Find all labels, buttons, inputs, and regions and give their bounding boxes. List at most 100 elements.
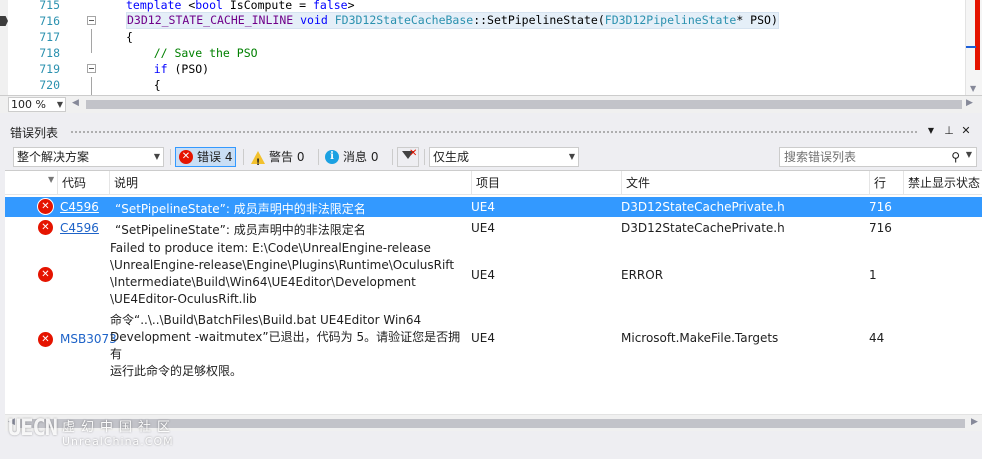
error-row[interactable]: ✕ MSB3073 命令“..\..\Build\BatchFiles\Buil… <box>5 312 982 378</box>
code-token: (PSO) <box>174 62 210 76</box>
scroll-down-icon[interactable]: ▼ <box>970 84 976 93</box>
chevron-down-icon: ▼ <box>153 152 160 161</box>
error-code[interactable]: MSB3073 <box>60 332 117 346</box>
separator <box>318 149 319 165</box>
line-number: 719 <box>39 62 60 76</box>
code-text: // Save the PSO <box>126 45 258 61</box>
clear-filter-button[interactable]: ✕ <box>397 147 419 167</box>
error-code-link[interactable]: C4596 <box>60 221 99 235</box>
line-number: 718 <box>39 46 60 60</box>
code-token: // Save the PSO <box>126 46 258 60</box>
description-line: Failed to produce item: E:\Code\UnrealEn… <box>110 241 431 255</box>
info-icon: i <box>325 150 339 164</box>
code-line[interactable]: 719 if (PSO) <box>0 61 960 77</box>
editor-horizontal-scroll-thumb[interactable] <box>86 100 962 109</box>
code-text: { <box>126 29 133 45</box>
code-token: D3D12_STATE_CACHE_INLINE <box>127 13 301 27</box>
window-position-dropdown-icon[interactable]: ▼ <box>924 123 938 139</box>
code-token: FD3D12PipelineState <box>604 13 737 27</box>
pin-icon[interactable]: ⊥ <box>942 123 956 139</box>
error-row[interactable]: ✕ C4596 “SetPipelineState”: 成员声明中的非法限定名 … <box>5 197 982 217</box>
editor-vertical-scrollbar[interactable]: ▼ <box>965 0 982 95</box>
error-icon: ✕ <box>38 332 53 347</box>
description-line: 运行此命令的足够权限。 <box>110 364 243 378</box>
errors-filter-button[interactable]: ✕ 错误 4 <box>175 147 237 167</box>
code-token: void <box>300 13 335 27</box>
watermark-name: 虚幻中国社区 <box>62 420 177 435</box>
code-token: { <box>126 78 161 92</box>
code-line[interactable]: 716 D3D12_STATE_CACHE_INLINE void FD3D12S… <box>0 12 960 29</box>
column-header-description[interactable]: 说明 <box>109 171 471 195</box>
error-file: D3D12StateCachePrivate.h <box>621 200 785 214</box>
caret-scroll-marker <box>966 46 976 48</box>
warnings-filter-label: 警告 0 <box>269 150 305 164</box>
panel-title: 错误列表 <box>10 126 59 140</box>
errors-filter-label: 错误 4 <box>197 150 233 164</box>
warning-icon <box>251 150 265 173</box>
error-project: UE4 <box>471 200 495 214</box>
warnings-filter-button[interactable]: 警告 0 <box>248 147 307 173</box>
code-text: if (PSO) <box>126 61 209 77</box>
search-error-list[interactable]: ⚲ ▼ <box>779 147 977 167</box>
visual-studio-window: 715 template <bool IsCompute = false> 716 D… <box>0 0 982 459</box>
error-description: Failed to produce item: E:\Code\UnrealEn… <box>110 240 470 308</box>
zoom-dropdown[interactable]: 100 % ▼ <box>8 97 66 112</box>
code-token: if <box>126 62 175 76</box>
chevron-down-icon: ▼ <box>568 152 575 161</box>
error-code-link[interactable]: C4596 <box>60 200 99 214</box>
scroll-right-icon[interactable]: ▶ <box>971 417 978 427</box>
messages-filter-label: 消息 0 <box>343 150 379 164</box>
separator <box>392 149 393 165</box>
collapse-outline-icon[interactable] <box>87 16 96 25</box>
code-token: { <box>126 30 133 44</box>
code-token: IsCompute = <box>229 0 313 12</box>
error-icon: ✕ <box>38 199 53 214</box>
collapse-outline-icon[interactable] <box>87 64 96 73</box>
error-line: 716 <box>869 200 892 214</box>
error-list-grid[interactable]: ▼ 代码 说明 项目 文件 行 禁止显示状态 ✕ C4596 “SetPipel… <box>5 170 982 414</box>
error-row[interactable]: ✕ Failed to produce item: E:\Code\Unreal… <box>5 240 982 310</box>
line-number: 717 <box>39 30 60 44</box>
code-line[interactable]: 720 { <box>0 77 960 93</box>
column-header-file[interactable]: 文件 <box>621 171 869 195</box>
code-line[interactable]: 718 // Save the PSO <box>0 45 960 61</box>
error-row[interactable]: ✕ C4596 “SetPipelineState”: 成员声明中的非法限定名 … <box>5 218 982 238</box>
code-token: FD3D12StateCacheBase <box>334 13 474 27</box>
error-description: 命令“..\..\Build\BatchFiles\Build.bat UE4E… <box>110 312 472 380</box>
description-line: 命令“..\..\Build\BatchFiles\Build.bat UE4E… <box>110 313 422 327</box>
separator <box>243 149 244 165</box>
code-editor[interactable]: 715 template <bool IsCompute = false> 716 D… <box>0 0 982 113</box>
scope-dropdown[interactable]: 整个解决方案 ▼ <box>13 147 164 167</box>
messages-filter-button[interactable]: i 消息 0 <box>322 147 381 167</box>
close-icon[interactable]: ✕ <box>959 123 973 139</box>
error-project: UE4 <box>471 331 495 345</box>
build-intellisense-dropdown[interactable]: 仅生成 ▼ <box>429 147 579 167</box>
description-line: Development -waitmutex”已退出，代码为 5。请验证您是否拥… <box>110 330 461 361</box>
sort-arrow-icon: ▼ <box>48 175 55 184</box>
code-token: * PSO) <box>736 13 778 27</box>
line-number: 716 <box>39 14 60 28</box>
scroll-left-icon[interactable]: ◀ <box>72 98 79 108</box>
error-project: UE4 <box>471 221 495 235</box>
watermark: UECN 虚幻中国社区 UnrealChina.COM <box>6 414 206 454</box>
column-header-code[interactable]: 代码 <box>57 171 109 195</box>
search-icon[interactable]: ⚲ <box>951 150 960 164</box>
code-token: false <box>312 0 348 12</box>
description-line: \UnrealEngine-release\Engine\Plugins\Run… <box>110 258 455 272</box>
scroll-right-icon[interactable]: ▶ <box>966 98 973 108</box>
code-token: bool <box>195 0 230 12</box>
description-line: \UE4Editor-OculusRift.lib <box>110 292 257 306</box>
search-options-chevron-icon[interactable]: ▼ <box>966 150 972 159</box>
column-header-suppression-state[interactable]: 禁止显示状态 <box>903 171 982 195</box>
editor-bottom-bar: 100 % ▼ ◀ ▶ <box>0 95 982 113</box>
code-line[interactable]: 717 { <box>0 29 960 45</box>
error-line: 44 <box>869 331 885 345</box>
code-token: ::SetPipelineState( <box>473 13 605 27</box>
line-number: 720 <box>39 78 60 92</box>
column-header-project[interactable]: 项目 <box>471 171 621 195</box>
error-description: “SetPipelineState”: 成员声明中的非法限定名 <box>115 223 366 237</box>
search-input[interactable] <box>780 148 940 166</box>
column-header-line[interactable]: 行 <box>869 171 903 195</box>
error-icon: ✕ <box>38 220 53 235</box>
error-list-title-bar[interactable]: 错误列表 ▼ ⊥ ✕ <box>0 120 982 142</box>
